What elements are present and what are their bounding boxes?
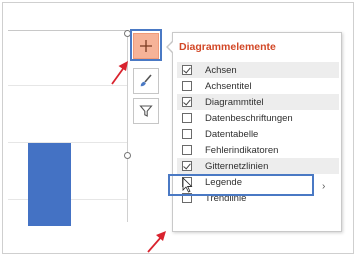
- mouse-cursor-icon: [182, 177, 193, 193]
- red-arrow-icon: [111, 61, 128, 85]
- red-arrow-icon: [147, 231, 166, 253]
- annotation-overlay: [111, 61, 193, 253]
